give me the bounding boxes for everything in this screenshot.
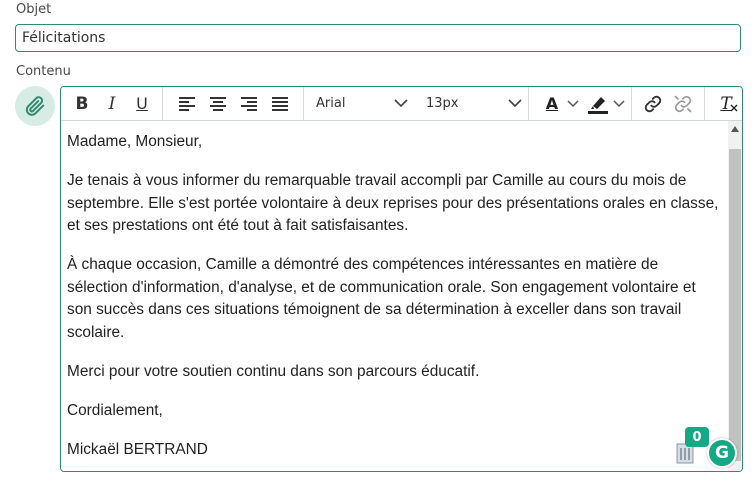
link-group xyxy=(632,87,705,120)
subject-input[interactable] xyxy=(15,24,741,52)
clear-x-icon xyxy=(730,104,738,111)
align-group xyxy=(163,87,304,120)
clear-group: T xyxy=(705,87,742,120)
paragraph: Merci pour votre soutien continu dans so… xyxy=(67,362,480,380)
chevron-down-icon[interactable] xyxy=(613,99,625,108)
font-family-value: Arial xyxy=(316,96,346,111)
text-color-letter: A xyxy=(545,93,559,113)
italic-button[interactable]: I xyxy=(97,91,127,117)
scroll-thumb[interactable] xyxy=(729,149,741,461)
paperclip-icon xyxy=(25,96,45,116)
paragraph: Je tenais à vous informer du remarquable… xyxy=(67,172,719,234)
font-group: Arial 13px xyxy=(304,87,529,120)
bold-button[interactable]: B xyxy=(67,91,97,117)
align-left-button[interactable] xyxy=(171,91,202,117)
chevron-down-icon xyxy=(394,99,408,108)
paragraph: Madame, Monsieur, xyxy=(67,133,203,150)
font-family-select[interactable]: Arial xyxy=(304,91,414,117)
align-right-button[interactable] xyxy=(233,91,264,117)
text-color-button[interactable]: A xyxy=(539,91,565,117)
grammarly-button[interactable]: G xyxy=(707,438,737,468)
editor-content[interactable]: Madame, Monsieur, Je tenais à vous infor… xyxy=(61,121,727,471)
editor-toolbar: B I U Arial 13px A T xyxy=(61,87,742,121)
align-center-icon xyxy=(209,96,226,111)
subject-label: Objet xyxy=(16,2,52,17)
chevron-down-icon xyxy=(508,99,522,108)
font-size-select[interactable]: 13px xyxy=(414,91,528,117)
clear-format-button[interactable]: T xyxy=(713,91,739,117)
format-group: B I U xyxy=(61,87,163,120)
align-left-icon xyxy=(178,96,195,111)
unlink-icon xyxy=(674,95,692,112)
scroll-up-button[interactable] xyxy=(728,121,742,137)
color-group: A xyxy=(529,87,632,120)
attach-button[interactable] xyxy=(15,86,55,126)
highlighter-icon xyxy=(588,96,608,114)
content-label: Contenu xyxy=(16,64,71,79)
align-justify-icon xyxy=(271,96,288,111)
vertical-scrollbar[interactable] xyxy=(728,121,742,471)
chevron-down-icon[interactable] xyxy=(567,99,579,108)
insert-link-button[interactable] xyxy=(638,91,668,117)
align-right-icon xyxy=(240,96,257,111)
remove-link-button[interactable] xyxy=(668,91,698,117)
align-justify-button[interactable] xyxy=(264,91,295,117)
notification-badge: 0 xyxy=(685,427,709,447)
highlight-color-button[interactable] xyxy=(585,91,611,117)
paragraph: Mickaël BERTRAND xyxy=(67,440,208,458)
link-icon xyxy=(644,95,662,112)
align-center-button[interactable] xyxy=(202,91,233,117)
paragraph: À chaque occasion, Camille a démontré de… xyxy=(67,256,696,341)
caret-up-icon xyxy=(731,126,739,132)
paragraph: Cordialement, xyxy=(67,401,163,419)
font-size-value: 13px xyxy=(426,96,459,111)
underline-button[interactable]: U xyxy=(127,91,157,117)
rich-text-editor: B I U Arial 13px A T Madame, Monsieur, J… xyxy=(60,86,743,472)
